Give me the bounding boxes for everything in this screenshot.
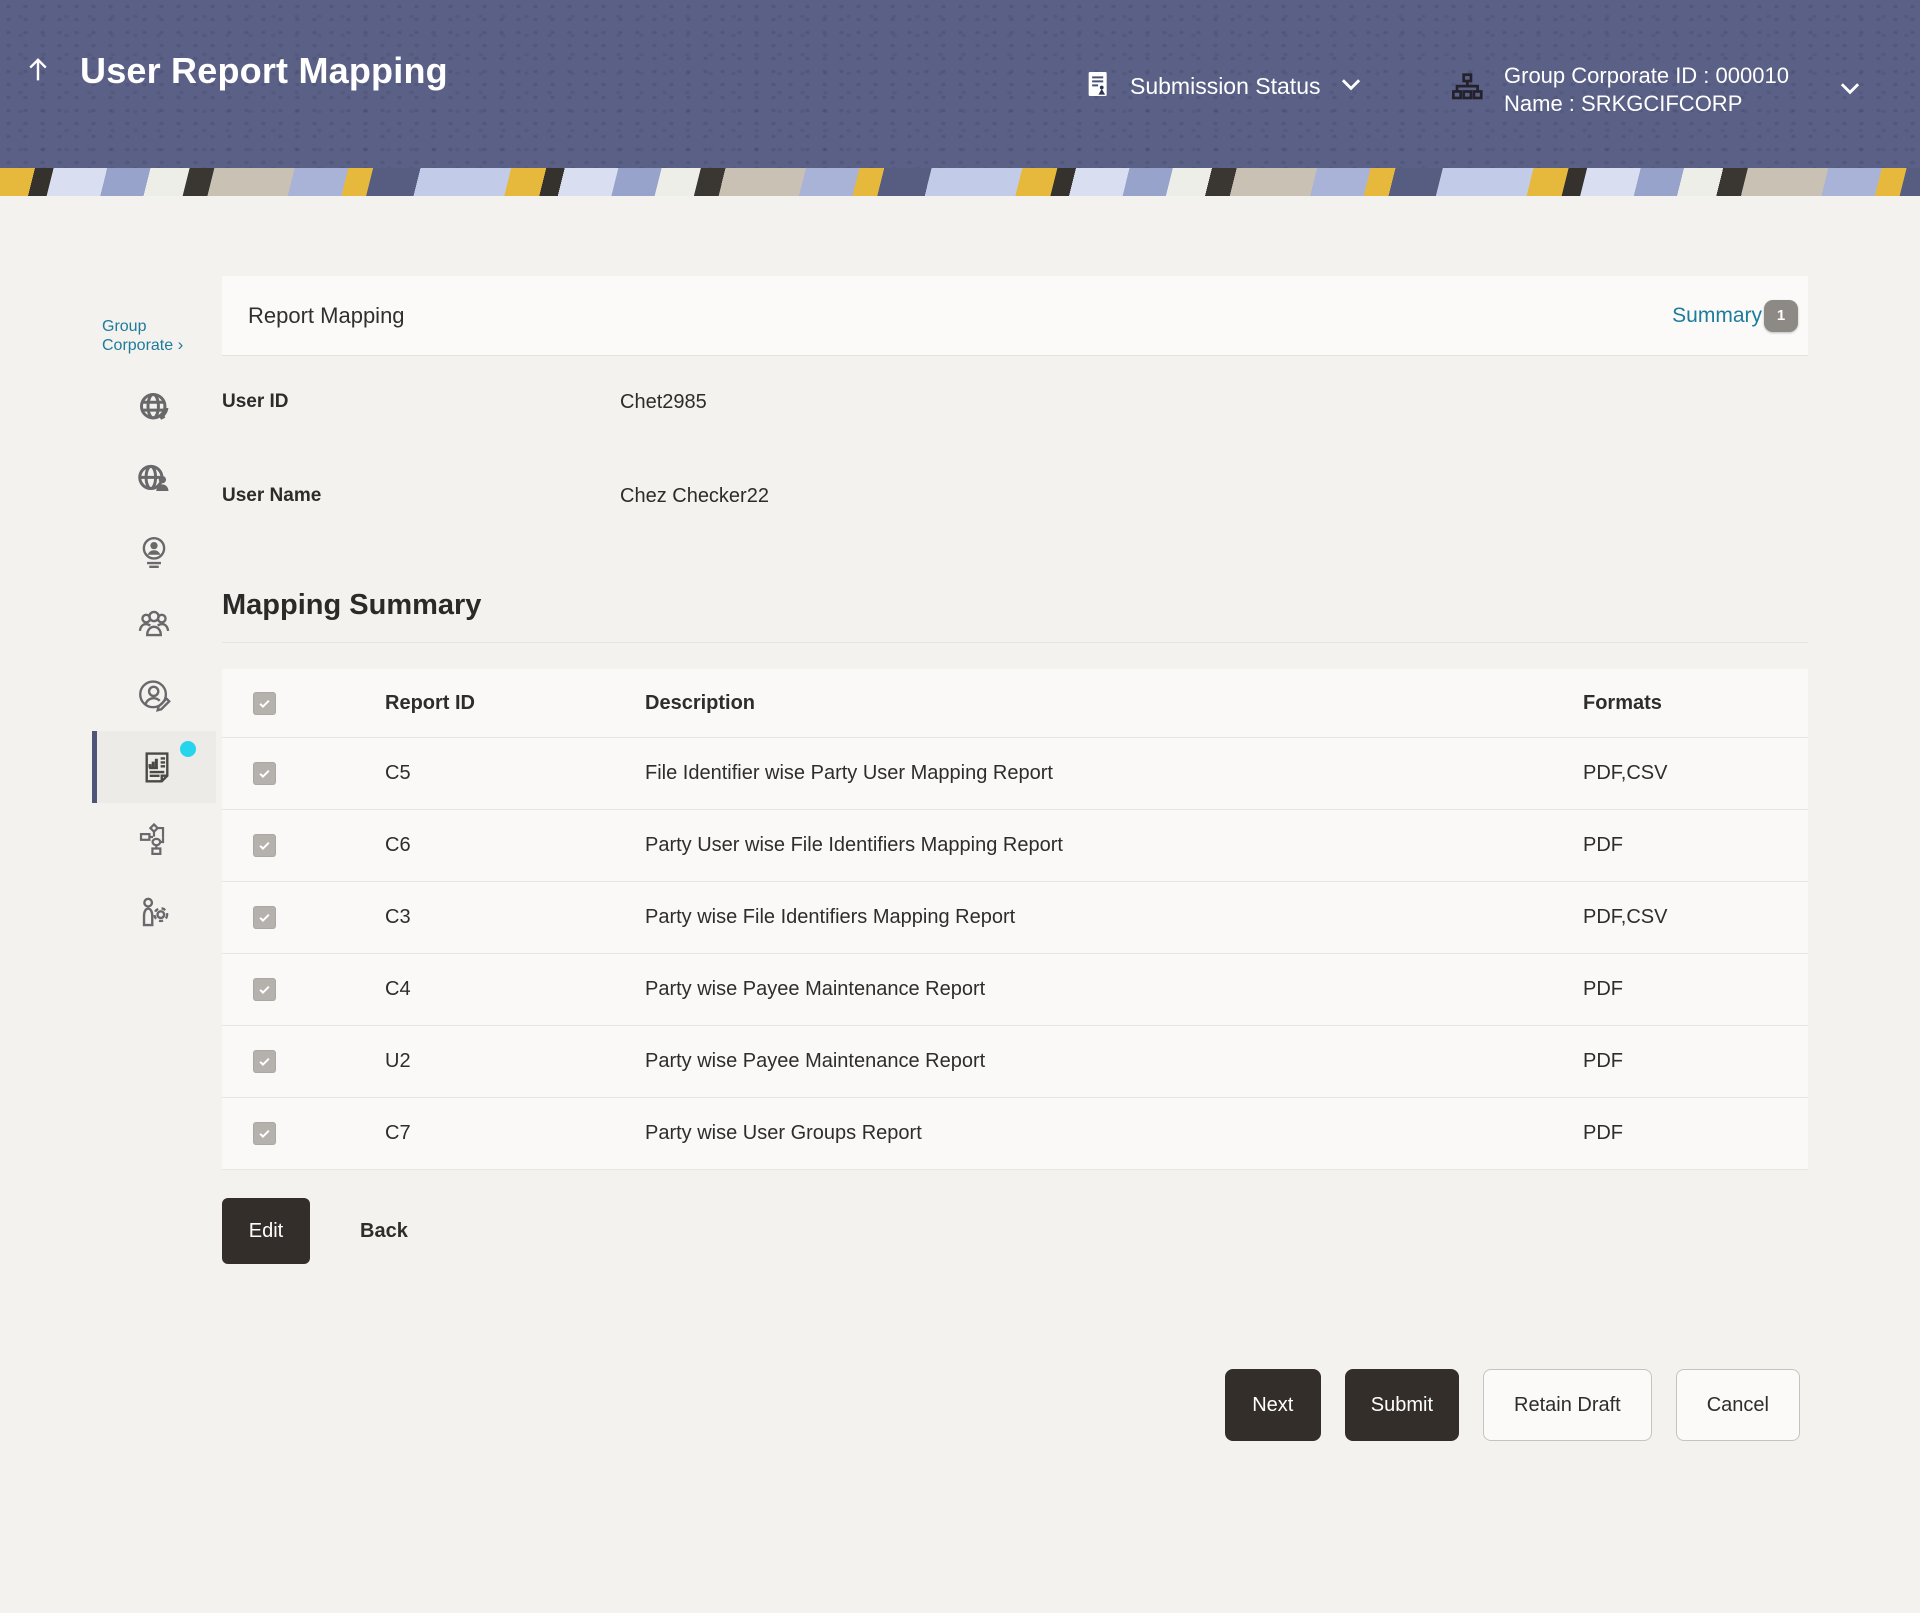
table-row: C3 Party wise File Identifiers Mapping R… (222, 882, 1808, 954)
retain-draft-button[interactable]: Retain Draft (1483, 1369, 1652, 1441)
user-fields: User ID Chet2985 User Name Chez Checker2… (222, 390, 1808, 508)
group-corporate-id: Group Corporate ID : 000010 (1504, 62, 1789, 90)
sidebar-item-icon (135, 532, 173, 570)
row-checkbox[interactable] (253, 1050, 276, 1073)
sidebar-item-globe-user[interactable] (92, 443, 216, 515)
group-corporate-info: Group Corporate ID : 000010 Name : SRKGC… (1504, 62, 1789, 118)
card-title: Report Mapping (248, 303, 1672, 329)
row-checkbox[interactable] (253, 978, 276, 1001)
hierarchy-icon (1448, 69, 1486, 112)
description-cell: Party wise Payee Maintenance Report (645, 1050, 1583, 1073)
row-checkbox[interactable] (253, 834, 276, 857)
col-formats: Formats (1583, 692, 1808, 715)
back-button[interactable]: Back (360, 1220, 408, 1243)
submit-button[interactable]: Submit (1345, 1369, 1459, 1441)
table-header-row: Report ID Description Formats (222, 669, 1808, 738)
description-cell: Party wise File Identifiers Mapping Repo… (645, 906, 1583, 929)
user-name-value: Chez Checker22 (620, 485, 769, 508)
sidebar-item-report[interactable] (92, 731, 216, 803)
report-id-cell: C7 (385, 1122, 645, 1145)
cancel-button[interactable]: Cancel (1676, 1369, 1800, 1441)
report-id-cell: C5 (385, 762, 645, 785)
sidebar-item-icon (138, 748, 176, 786)
submission-status-label: Submission Status (1130, 73, 1320, 100)
description-cell: File Identifier wise Party User Mapping … (645, 762, 1583, 785)
sidebar-item-icon (135, 388, 173, 426)
section-title: Mapping Summary (222, 588, 1808, 622)
active-step-dot (180, 741, 196, 757)
wizard-sidebar: Group Corporate › (92, 310, 216, 947)
report-id-cell: C3 (385, 906, 645, 929)
sidebar-item-user-card[interactable] (92, 515, 216, 587)
formats-cell: PDF,CSV (1583, 906, 1808, 929)
group-corporate-name: Name : SRKGCIFCORP (1504, 90, 1789, 118)
user-id-value: Chet2985 (620, 391, 707, 414)
app-header: User Report Mapping Submission Status (0, 0, 1920, 168)
formats-cell: PDF (1583, 834, 1808, 857)
main-content: Report Mapping Summary 1 User ID Chet298… (222, 196, 1808, 1441)
mapping-table: Report ID Description Formats C5 File Id… (222, 669, 1808, 1170)
group-corporate-selector[interactable]: Group Corporate ID : 000010 Name : SRKGC… (1448, 62, 1865, 118)
table-row: U2 Party wise Payee Maintenance Report P… (222, 1026, 1808, 1098)
sidebar-item-user-gear[interactable] (92, 875, 216, 947)
formats-cell: PDF (1583, 1122, 1808, 1145)
formats-cell: PDF (1583, 1050, 1808, 1073)
select-all-checkbox[interactable] (253, 692, 276, 715)
chevron-down-icon (1336, 69, 1366, 104)
formats-cell: PDF (1583, 978, 1808, 1001)
submission-status-dropdown[interactable]: Submission Status (1082, 68, 1366, 105)
row-checkbox[interactable] (253, 762, 276, 785)
section-divider (222, 642, 1808, 643)
table-row: C5 File Identifier wise Party User Mappi… (222, 738, 1808, 810)
sidebar-group-corporate-label: Group Corporate (102, 318, 173, 354)
footer-actions: Next Submit Retain Draft Cancel (222, 1369, 1808, 1441)
row-checkbox[interactable] (253, 1122, 276, 1145)
sidebar-group-corporate-link[interactable]: Group Corporate › (102, 318, 202, 355)
scroll-top-icon[interactable] (20, 52, 56, 88)
edit-button[interactable]: Edit (222, 1198, 310, 1264)
sidebar-item-users-group[interactable] (92, 587, 216, 659)
user-id-row: User ID Chet2985 (222, 390, 1808, 414)
formats-cell: PDF,CSV (1583, 762, 1808, 785)
summary-wrap: Summary 1 (1672, 300, 1798, 332)
page-title: User Report Mapping (80, 50, 448, 92)
description-cell: Party wise User Groups Report (645, 1122, 1583, 1145)
submission-status-icon (1082, 68, 1114, 105)
table-row: C4 Party wise Payee Maintenance Report P… (222, 954, 1808, 1026)
sidebar-item-icon (135, 604, 173, 642)
row-actions: Edit Back (222, 1198, 1808, 1264)
sidebar-item-icon (135, 676, 173, 714)
decorative-banner (0, 168, 1920, 196)
description-cell: Party wise Payee Maintenance Report (645, 978, 1583, 1001)
sidebar-item-icon (135, 892, 173, 930)
summary-badge: 1 (1764, 300, 1798, 332)
chevron-right-icon: › (178, 335, 184, 354)
user-name-row: User Name Chez Checker22 (222, 484, 1808, 508)
col-report-id: Report ID (385, 692, 645, 715)
chevron-down-icon (1835, 73, 1865, 108)
sidebar-item-workflow[interactable] (92, 803, 216, 875)
sidebar-item-globe-sync[interactable] (92, 371, 216, 443)
sidebar-item-icon (135, 820, 173, 858)
report-mapping-header: Report Mapping Summary 1 (222, 276, 1808, 356)
user-id-label: User ID (222, 391, 620, 413)
next-button[interactable]: Next (1225, 1369, 1321, 1441)
report-id-cell: U2 (385, 1050, 645, 1073)
sidebar-item-user-edit[interactable] (92, 659, 216, 731)
sidebar-item-icon (135, 460, 173, 498)
user-name-label: User Name (222, 485, 620, 507)
table-row: C7 Party wise User Groups Report PDF (222, 1098, 1808, 1170)
report-id-cell: C4 (385, 978, 645, 1001)
summary-link[interactable]: Summary (1672, 304, 1762, 328)
col-description: Description (645, 692, 1583, 715)
row-checkbox[interactable] (253, 906, 276, 929)
description-cell: Party User wise File Identifiers Mapping… (645, 834, 1583, 857)
report-id-cell: C6 (385, 834, 645, 857)
table-row: C6 Party User wise File Identifiers Mapp… (222, 810, 1808, 882)
